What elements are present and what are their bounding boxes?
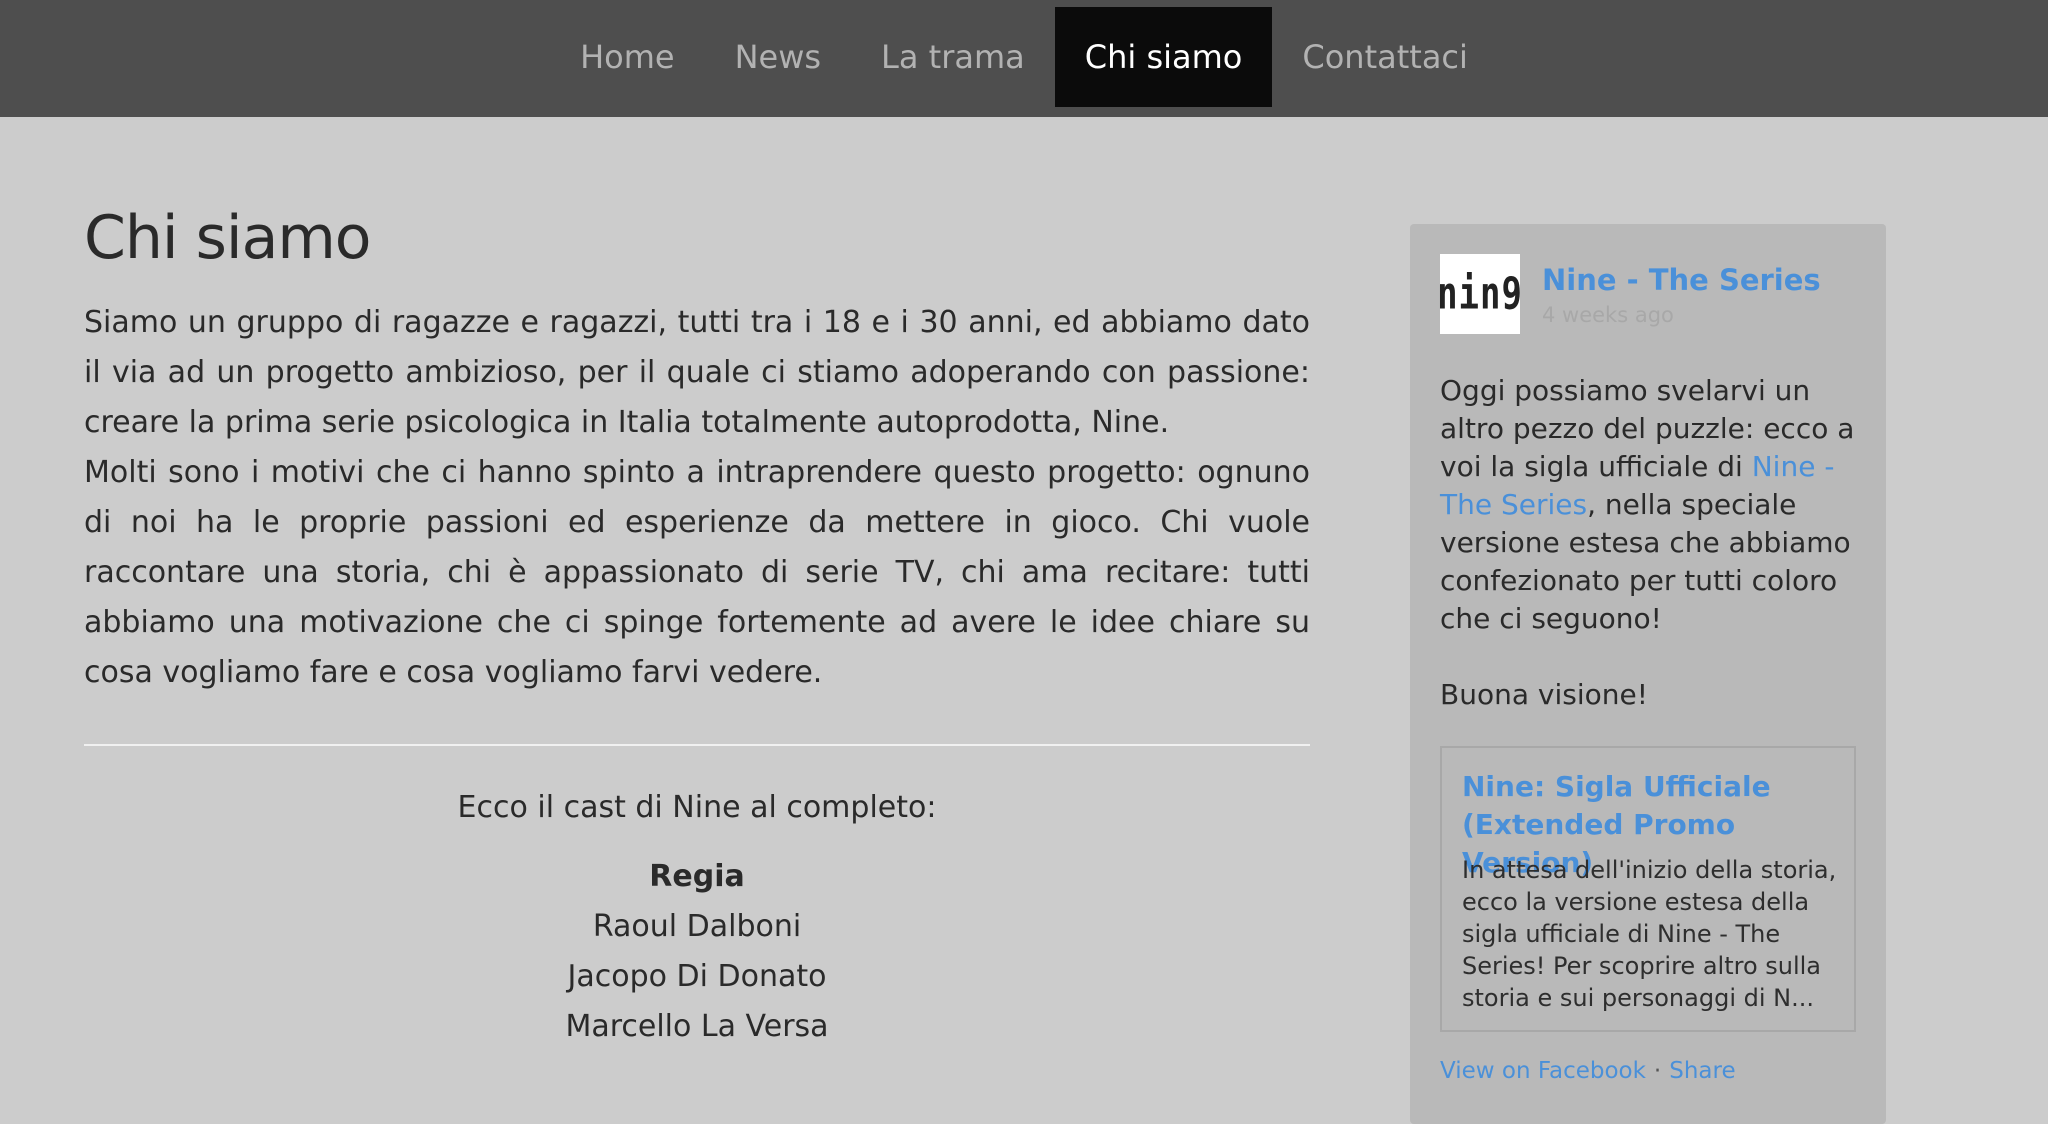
nav-item-chi-siamo[interactable]: Chi siamo — [1054, 7, 1273, 107]
nav-item-la-trama[interactable]: La trama — [851, 7, 1055, 107]
cast-member: Raoul Dalboni — [592, 909, 802, 944]
content-divider — [84, 744, 1310, 746]
page-logo[interactable]: nin9 — [1437, 254, 1523, 334]
cast-group-regia: Regia Raoul Dalboni Jacopo Di Donato Mar… — [84, 852, 1310, 1052]
page-logo-text: nin9 — [1437, 268, 1523, 320]
facebook-feed-widget: nin9 Nine - The Series 4 weeks ago Oggi … — [1410, 224, 1886, 1124]
intro-text: Siamo un gruppo di ragazze e ragazzi, tu… — [84, 298, 1310, 698]
nav-item-news[interactable]: News — [705, 7, 851, 107]
cast-member: Jacopo Di Donato — [567, 959, 827, 994]
view-on-facebook-link[interactable]: View on Facebook — [1440, 1058, 1646, 1084]
fb-video-card[interactable]: Nine: Sigla Ufficiale (Extended Promo Ve… — [1440, 746, 1856, 1032]
fb-post-meta: Nine - The Series 4 weeks ago — [1542, 260, 1821, 334]
fb-card-description: In attesa dell'inizio della storia, ecco… — [1462, 856, 1837, 1012]
intro-paragraph: Siamo un gruppo di ragazze e ragazzi, tu… — [84, 305, 1310, 440]
fb-post-footer: View on Facebook · Share — [1440, 1056, 1736, 1086]
page-title: Chi siamo — [84, 203, 372, 273]
fb-post-text: Oggi possiamo svelarvi un altro pezzo de… — [1440, 372, 1860, 638]
fb-page-name-link[interactable]: Nine - The Series — [1542, 260, 1821, 300]
nav-item-contattaci[interactable]: Contattaci — [1272, 7, 1498, 107]
fb-post-closing: Buona visione! — [1440, 678, 1648, 711]
main-content: Chi siamo Siamo un gruppo di ragazze e r… — [84, 190, 1310, 1052]
share-link[interactable]: Share — [1669, 1058, 1735, 1084]
top-navigation-bar: Home News La trama Chi siamo Contattaci — [0, 0, 2048, 117]
main-nav: Home News La trama Chi siamo Contattaci — [0, 7, 2048, 107]
nav-item-home[interactable]: Home — [550, 7, 705, 107]
cast-member: Marcello La Versa — [565, 1009, 829, 1044]
cast-intro: Ecco il cast di Nine al completo: — [457, 790, 937, 825]
fb-post-timestamp: 4 weeks ago — [1542, 303, 1674, 327]
fb-post-body: Oggi possiamo svelarvi un altro pezzo de… — [1440, 372, 1860, 714]
cast-heading: Regia — [649, 859, 745, 894]
footer-separator: · — [1653, 1058, 1662, 1084]
intro-paragraph: Molti sono i motivi che ci hanno spinto … — [84, 455, 1310, 690]
fb-post-header: nin9 Nine - The Series 4 weeks ago — [1437, 254, 1821, 334]
